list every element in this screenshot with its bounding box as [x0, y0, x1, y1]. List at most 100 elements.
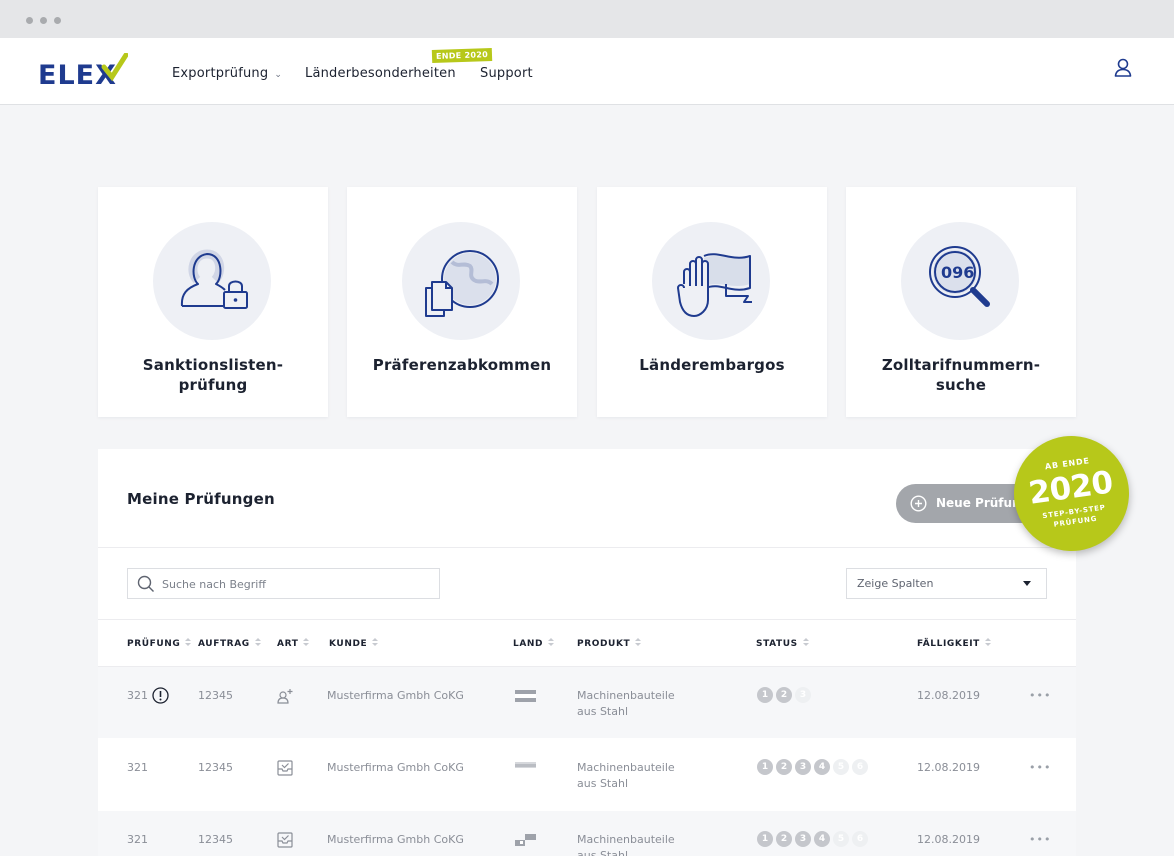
card-laenderembargos[interactable]: Länderembargos — [597, 187, 827, 417]
cell-produkt: Machinenbauteile aus Stahl — [577, 761, 675, 790]
meine-pruefungen-panel: Meine Prüfungen Neue Prüfung Zeige Spalt… — [98, 449, 1076, 856]
window-dot-icon — [54, 17, 61, 24]
svg-text:096: 096 — [941, 263, 974, 282]
search-input[interactable] — [162, 574, 432, 594]
cell-auftrag: 12345 — [198, 761, 233, 774]
top-navigation: ELEX Exportprüfung ⌄ Länderbesonderheiten… — [0, 38, 1174, 105]
nav-exportpruefung-label: Exportprüfung — [172, 66, 269, 81]
nav-support-label: Support — [480, 66, 533, 81]
header-auftrag[interactable]: AUFTRAG — [198, 638, 261, 649]
table-row[interactable]: 321 12345 Musterfirma Gmbh CoKG Machinen… — [98, 739, 1076, 810]
nav-support[interactable]: Support — [480, 66, 533, 81]
status-step: 5 — [833, 759, 849, 775]
user-icon[interactable] — [1113, 57, 1133, 79]
ende-2020-badge: ENDE 2020 — [431, 47, 493, 64]
search-field[interactable] — [127, 568, 440, 599]
status-step: 2 — [776, 687, 792, 703]
cell-faelligkeit: 12.08.2019 — [917, 761, 980, 774]
divider — [98, 547, 1076, 548]
header-label: KUNDE — [329, 639, 368, 649]
card-praeferenzabkommen[interactable]: Präferenzabkommen — [347, 187, 577, 417]
cell-kunde: Musterfirma Gmbh CoKG — [327, 689, 464, 702]
header-label: ART — [277, 639, 299, 649]
divider — [98, 619, 1076, 620]
card-icon-circle — [153, 222, 271, 340]
window-dot-icon — [26, 17, 33, 24]
sort-icon — [802, 638, 809, 647]
cell-kunde: Musterfirma Gmbh CoKG — [327, 761, 464, 774]
browser-chrome — [0, 0, 1174, 38]
cell-produkt: Machinenbauteile aus Stahl — [577, 833, 675, 856]
flag-icon — [515, 762, 536, 774]
cell-faelligkeit: 12.08.2019 — [917, 689, 980, 702]
user-plus-icon — [277, 689, 293, 704]
card-title: Zolltarifnummern- suche — [881, 356, 1041, 394]
warning-icon[interactable] — [152, 687, 169, 704]
sort-icon — [372, 638, 379, 647]
flag-icon — [515, 834, 536, 846]
card-sanktionslistenpruefung[interactable]: Sanktionslisten- prüfung — [98, 187, 328, 417]
header-art[interactable]: ART — [277, 638, 310, 649]
status-step: 5 — [833, 831, 849, 847]
more-icon[interactable]: ••• — [1029, 833, 1051, 846]
plus-circle-icon — [910, 495, 927, 512]
card-zolltarifnummernsuche[interactable]: 096 Zolltarifnummern- suche — [846, 187, 1076, 417]
sort-icon — [548, 638, 555, 647]
header-label: AUFTRAG — [198, 639, 250, 649]
status-step: 1 — [757, 759, 773, 775]
status-step: 3 — [795, 759, 811, 775]
sort-icon — [254, 638, 261, 647]
window-dot-icon — [40, 17, 47, 24]
more-icon[interactable]: ••• — [1029, 689, 1051, 702]
globe-documents-icon — [425, 250, 499, 317]
nav-laenderbesonderheiten[interactable]: Länderbesonderheiten — [305, 66, 456, 81]
status-step: 4 — [814, 831, 830, 847]
header-faelligkeit[interactable]: FÄLLIGKEIT — [917, 638, 991, 649]
header-label: LAND — [513, 639, 544, 649]
header-status[interactable]: STATUS — [756, 638, 809, 649]
elex-logo[interactable]: ELEX — [38, 52, 129, 91]
logo-text: ELEX — [38, 60, 117, 89]
card-icon-circle — [402, 222, 520, 340]
cell-pruefung: 321 — [127, 761, 148, 774]
header-pruefung[interactable]: PRÜFUNG — [127, 638, 192, 649]
header-kunde[interactable]: KUNDE — [329, 638, 379, 649]
status-step: 6 — [852, 759, 868, 775]
cell-pruefung: 321 — [127, 833, 148, 846]
user-lock-icon — [180, 249, 248, 309]
status-step: 2 — [776, 831, 792, 847]
header-produkt[interactable]: PRODUKT — [577, 638, 642, 649]
sort-icon — [303, 638, 310, 647]
header-land[interactable]: LAND — [513, 638, 555, 649]
status-step: 1 — [757, 687, 773, 703]
caret-down-icon — [1023, 581, 1031, 586]
status-step: 6 — [852, 831, 868, 847]
cell-faelligkeit: 12.08.2019 — [917, 833, 980, 846]
chevron-down-icon: ⌄ — [274, 70, 283, 80]
sort-icon — [984, 638, 991, 647]
cell-produkt: Machinenbauteile aus Stahl — [577, 689, 675, 718]
header-label: PRÜFUNG — [127, 639, 181, 649]
table-row[interactable]: 321 12345 Musterfirma Gmbh CoKG Machinen… — [98, 811, 1076, 856]
more-icon[interactable]: ••• — [1029, 761, 1051, 774]
cell-kunde: Musterfirma Gmbh CoKG — [327, 833, 464, 846]
status-step: 1 — [757, 831, 773, 847]
status-step: 2 — [776, 759, 792, 775]
cell-auftrag: 12345 — [198, 689, 233, 702]
panel-title: Meine Prüfungen — [127, 490, 275, 508]
table-row[interactable]: 321 12345 Musterfirma Gmbh CoKG Machinen… — [98, 667, 1076, 738]
inbox-check-icon — [277, 832, 293, 848]
nav-exportpruefung[interactable]: Exportprüfung ⌄ — [172, 66, 282, 81]
zeige-spalten-select[interactable]: Zeige Spalten — [846, 568, 1047, 599]
header-label: FÄLLIGKEIT — [917, 639, 980, 649]
cell-pruefung: 321 — [127, 689, 148, 702]
inbox-check-icon — [277, 760, 293, 776]
cell-auftrag: 12345 — [198, 833, 233, 846]
status-step: 3 — [795, 687, 811, 703]
card-title: Sanktionslisten- prüfung — [142, 356, 284, 394]
card-title: Präferenzabkommen — [372, 356, 552, 374]
magnifier-code-icon: 096 — [929, 246, 990, 307]
header-label: STATUS — [756, 639, 798, 649]
zeige-spalten-label: Zeige Spalten — [857, 577, 934, 590]
sort-icon — [185, 638, 192, 647]
